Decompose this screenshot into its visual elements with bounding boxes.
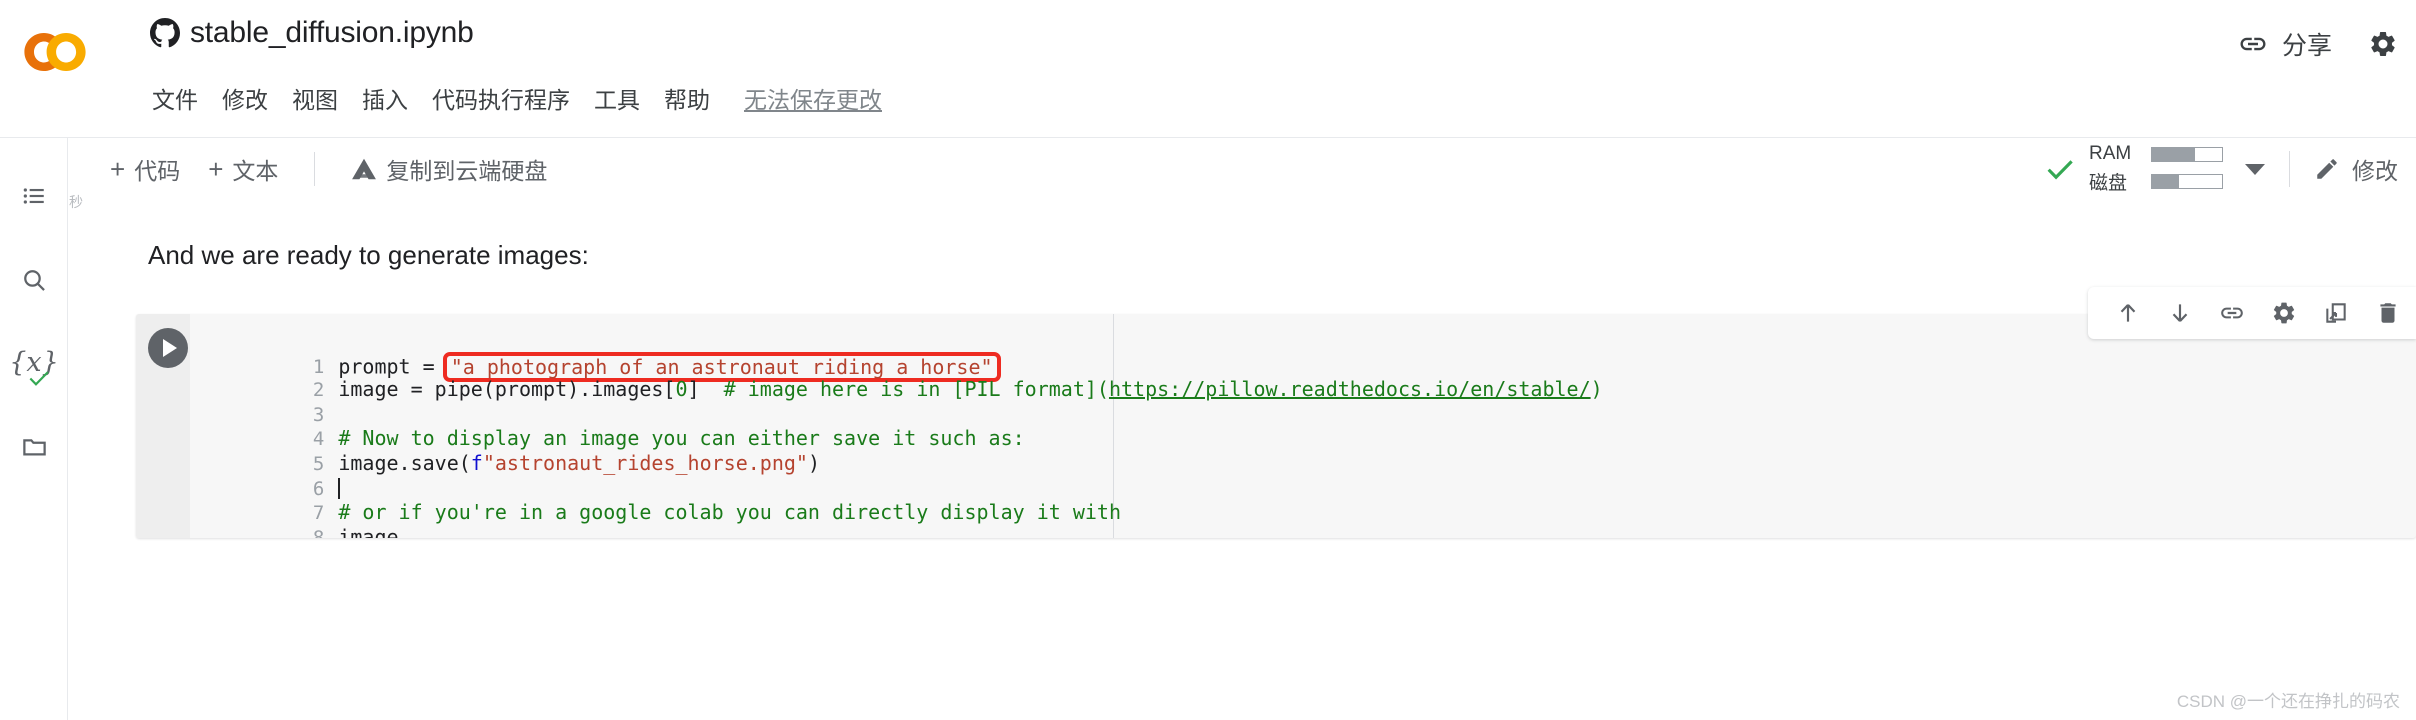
- add-code-cell-button[interactable]: + 代码: [96, 147, 194, 191]
- menu-view[interactable]: 视图: [280, 78, 350, 118]
- mirror-cell-button[interactable]: [2310, 287, 2362, 339]
- share-button[interactable]: 分享: [2228, 18, 2342, 70]
- cell-action-toolbar: [2088, 287, 2416, 339]
- resource-usage-indicator[interactable]: RAM 磁盘: [2089, 143, 2223, 195]
- left-sidebar: {x}: [0, 138, 68, 720]
- open-in-new-icon: [2326, 303, 2346, 323]
- run-cell-button[interactable]: [148, 328, 188, 368]
- menu-help[interactable]: 帮助: [652, 78, 722, 118]
- notebook-content: 秒 And we are ready to generate images: 1…: [29, 194, 2416, 720]
- gear-icon[interactable]: [2368, 29, 2398, 59]
- arrow-up-icon: [2120, 304, 2136, 322]
- toolbar-right-group: RAM 磁盘 修改: [2043, 138, 2398, 200]
- arrow-down-icon: [2172, 304, 2188, 322]
- link-icon: [2240, 37, 2266, 51]
- plus-icon: +: [110, 154, 126, 184]
- notebook-title-row[interactable]: stable_diffusion.ipynb: [150, 16, 474, 50]
- code-line-1[interactable]: 1 prompt = "a photograph of an astronaut …: [190, 328, 2416, 382]
- toolbar-divider-2: [2289, 151, 2290, 187]
- markdown-paragraph[interactable]: And we are ready to generate images:: [148, 240, 589, 271]
- code-cell[interactable]: 1 prompt = "a photograph of an astronaut …: [136, 314, 2416, 538]
- menu-tools[interactable]: 工具: [582, 78, 652, 118]
- code-line-2[interactable]: 2 image = pipe(prompt).images[0] # image …: [190, 353, 2416, 401]
- search-icon: [23, 269, 45, 291]
- disk-label: 磁盘: [2089, 173, 2128, 194]
- folder-icon: [22, 438, 46, 455]
- link-icon: [2221, 307, 2243, 319]
- sidebar-item-search[interactable]: [14, 260, 54, 300]
- notebook-toolbar: + 代码 + 文本 复制到云端硬盘 RAM 磁盘 修改: [0, 138, 2416, 200]
- app-header: stable_diffusion.ipynb 文件 修改 视图 插入 代码执行程…: [0, 0, 2416, 138]
- ram-bar: [2151, 146, 2223, 162]
- caret-down-icon[interactable]: [2245, 163, 2265, 175]
- code-line-5[interactable]: 5 image.save(f"astronaut_rides_horse.png"…: [190, 426, 2416, 475]
- disk-row: 磁盘: [2089, 168, 2223, 195]
- ram-row: RAM: [2089, 143, 2223, 165]
- header-actions: 分享: [2228, 18, 2398, 70]
- copy-cell-link-button[interactable]: [2206, 287, 2258, 339]
- code-line-4[interactable]: 4 # Now to display an image you can eithe…: [190, 402, 2416, 450]
- add-code-cell-label: 代码: [134, 158, 181, 184]
- list-icon: [23, 188, 44, 204]
- play-icon: [163, 339, 177, 357]
- code-line-8[interactable]: 8 image: [190, 500, 2416, 538]
- delete-cell-button[interactable]: [2362, 287, 2414, 339]
- move-cell-down-button[interactable]: [2154, 287, 2206, 339]
- move-cell-up-button[interactable]: [2102, 287, 2154, 339]
- copy-to-drive-button[interactable]: 复制到云端硬盘: [337, 147, 561, 191]
- ram-label: RAM: [2089, 143, 2132, 164]
- watermark-text: CSDN @一个还在挣扎的码农: [2176, 692, 2400, 711]
- edit-mode-label: 修改: [2352, 158, 2398, 184]
- line-number: 8: [312, 526, 325, 538]
- colab-logo: [24, 33, 86, 71]
- pencil-icon: [2317, 159, 2337, 179]
- page-title: stable_diffusion.ipynb: [190, 16, 474, 49]
- green-check-icon: [2047, 160, 2073, 180]
- cell-settings-button[interactable]: [2258, 287, 2310, 339]
- code-line-7[interactable]: 7 # or if you're in a google colab you ca…: [190, 476, 2416, 524]
- google-drive-icon: [352, 158, 377, 180]
- gear-icon: [2273, 302, 2295, 324]
- code-editor[interactable]: 1 prompt = "a photograph of an astronaut …: [190, 314, 2416, 538]
- code-line-6[interactable]: 6: [190, 451, 2416, 500]
- copy-to-drive-label: 复制到云端硬盘: [386, 158, 548, 184]
- code-line-3[interactable]: 3: [190, 377, 2416, 426]
- github-icon: [150, 18, 180, 48]
- scroll-ghost-text: 秒: [69, 194, 83, 210]
- code-token: image: [338, 524, 399, 538]
- sidebar-item-files[interactable]: [14, 426, 54, 466]
- plus-icon: +: [208, 154, 224, 184]
- menu-runtime[interactable]: 代码执行程序: [420, 78, 582, 118]
- sidebar-item-table-of-contents[interactable]: [14, 176, 54, 216]
- menu-insert[interactable]: 插入: [350, 78, 420, 118]
- menu-bar: 文件 修改 视图 插入 代码执行程序 工具 帮助 无法保存更改: [148, 78, 882, 118]
- toolbar-divider: [314, 152, 316, 186]
- disk-bar: [2151, 174, 2223, 189]
- save-status-link[interactable]: 无法保存更改: [744, 81, 882, 115]
- trash-icon: [2380, 303, 2396, 323]
- add-text-cell-button[interactable]: + 文本: [194, 147, 292, 191]
- menu-edit[interactable]: 修改: [210, 78, 280, 118]
- edit-mode-button[interactable]: 修改: [2314, 152, 2398, 186]
- menu-file[interactable]: 文件: [148, 78, 210, 118]
- cell-executed-check-icon: [29, 371, 49, 386]
- add-text-cell-label: 文本: [232, 158, 279, 184]
- toolbar-left-group: + 代码 + 文本 复制到云端硬盘: [96, 138, 561, 200]
- share-label: 分享: [2281, 32, 2332, 60]
